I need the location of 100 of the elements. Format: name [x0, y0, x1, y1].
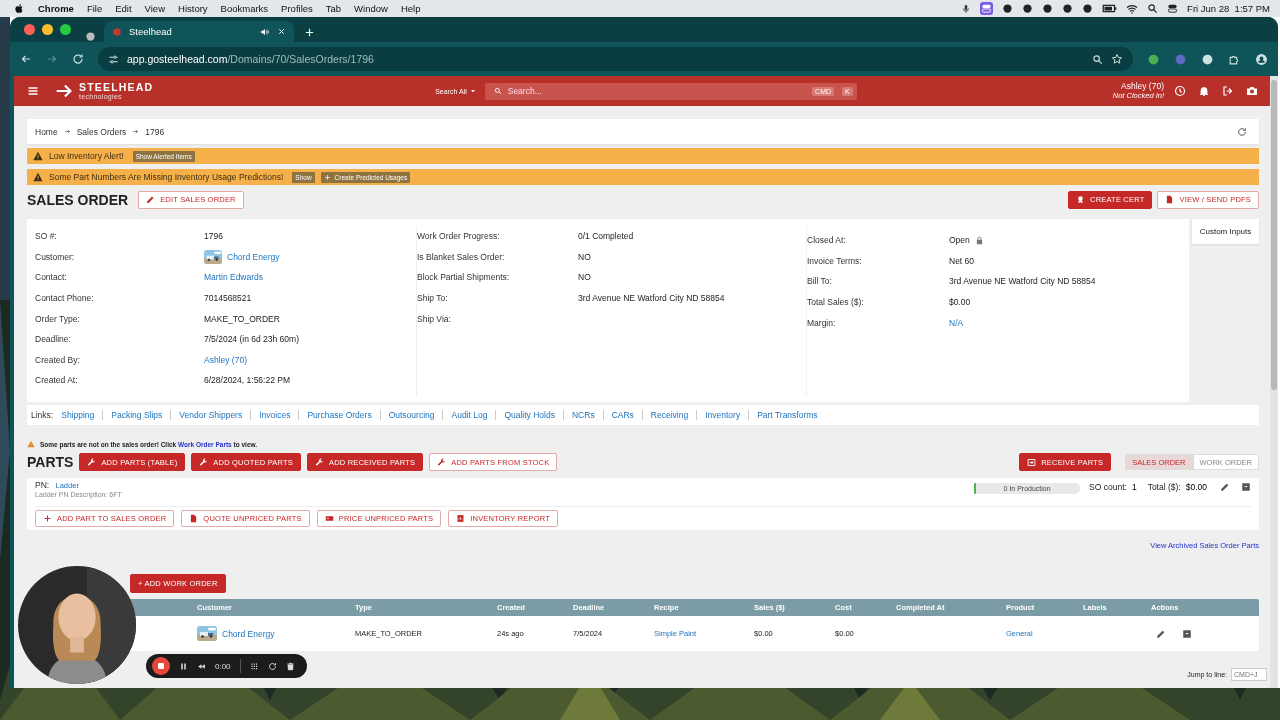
refresh-icon[interactable]	[1237, 126, 1247, 137]
field-link[interactable]: Ashley (70)	[204, 354, 247, 365]
field-link[interactable]: Martin Edwards	[204, 272, 264, 283]
address-bar[interactable]: app.gosteelhead.com/Domains/70/SalesOrders/1796	[98, 47, 1133, 71]
reload-icon[interactable]	[72, 53, 84, 65]
logout-icon[interactable]	[1222, 85, 1234, 97]
nav-link[interactable]: Purchase Orders	[298, 410, 372, 420]
nav-link[interactable]: Audit Log	[442, 410, 488, 420]
camera-icon[interactable]	[1246, 85, 1258, 97]
menu-icon[interactable]	[27, 85, 39, 97]
wrench-icon	[437, 457, 447, 467]
search-icon[interactable]	[1147, 3, 1159, 14]
nav-link[interactable]: Invoices	[250, 410, 291, 420]
nav-link[interactable]: CARs	[602, 410, 634, 420]
microphone-icon[interactable]	[961, 3, 972, 14]
status-icon[interactable]	[1002, 3, 1014, 14]
new-tab-icon[interactable]	[304, 27, 315, 38]
field-value: MAKE_TO_ORDER	[204, 313, 280, 324]
plus-icon	[323, 173, 331, 181]
links-label: Links:	[31, 410, 54, 420]
menu-item[interactable]: Bookmarks	[220, 3, 269, 14]
extension-icon[interactable]	[1147, 52, 1160, 66]
menu-item[interactable]: View	[144, 3, 165, 14]
menu-item[interactable]: Help	[400, 3, 421, 14]
zoom-window-button[interactable]	[60, 24, 71, 35]
edit-icon[interactable]	[1220, 482, 1230, 492]
screen-icon[interactable]	[980, 2, 994, 15]
menu-item[interactable]: Profiles	[281, 3, 313, 14]
field-value: 6/28/2024, 1:56:22 PM	[204, 375, 290, 386]
back-icon[interactable]	[20, 53, 32, 65]
nav-link[interactable]: Shipping	[61, 410, 95, 420]
close-window-button[interactable]	[24, 24, 35, 35]
status-icon[interactable]	[1062, 3, 1074, 14]
field-value: NO	[578, 272, 591, 283]
status-icon[interactable]	[1022, 3, 1034, 14]
nav-link[interactable]: Vendor Shippers	[170, 410, 243, 420]
customer-link[interactable]: Chord Energy	[227, 251, 280, 262]
field-value: 3rd Avenue NE Watford City ND 58854	[578, 293, 725, 304]
notification-icon[interactable]	[1198, 85, 1210, 97]
recording-time: 0:00	[215, 661, 231, 671]
favicon-icon	[112, 26, 122, 37]
so-count-label: SO count:	[1089, 482, 1127, 492]
pause-icon[interactable]	[179, 661, 188, 671]
breadcrumb[interactable]: Home	[35, 126, 58, 137]
field-label: Contact:	[35, 271, 68, 285]
bookmark-star-icon[interactable]	[1111, 53, 1123, 65]
nav-link[interactable]: Receiving	[641, 410, 689, 420]
logo-name: STEELHEAD	[79, 82, 154, 93]
field-value: Net 60	[949, 255, 975, 266]
stop-button[interactable]	[152, 657, 170, 675]
restart-icon[interactable]	[267, 661, 277, 671]
tab-group-icon[interactable]	[85, 31, 96, 42]
clock-icon[interactable]	[1174, 85, 1186, 97]
wrench-icon	[199, 457, 209, 467]
field-label: SO #:	[35, 230, 58, 244]
archive-icon[interactable]	[1182, 628, 1192, 639]
search-field[interactable]: Search...	[507, 86, 805, 96]
field-value: Open	[949, 235, 970, 246]
nav-link[interactable]: Quality Holds	[495, 410, 555, 420]
field-value: 0/1 Completed	[578, 231, 634, 242]
status-icon[interactable]	[1082, 3, 1094, 14]
extension-icon[interactable]	[1201, 52, 1214, 66]
scrollbar[interactable]	[1270, 76, 1278, 688]
wifi-icon[interactable]	[1126, 2, 1139, 15]
archive-icon[interactable]	[1241, 482, 1251, 492]
control-center-icon[interactable]	[1167, 3, 1179, 14]
trash-icon[interactable]	[285, 661, 295, 671]
rewind-icon[interactable]	[197, 661, 206, 671]
minimize-window-button[interactable]	[42, 24, 53, 35]
profile-icon[interactable]	[1255, 52, 1268, 66]
alert-text: Low Inventory Alert!	[49, 151, 124, 161]
report-icon	[456, 514, 466, 523]
close-icon[interactable]	[277, 27, 286, 36]
menu-item[interactable]: History	[178, 3, 208, 14]
nav-link[interactable]: Inventory	[696, 410, 741, 420]
edit-icon[interactable]	[1156, 628, 1166, 639]
apple-icon[interactable]	[14, 3, 25, 14]
field-value: $0.00	[949, 297, 971, 308]
field-link[interactable]: N/A	[949, 317, 964, 328]
customer-link[interactable]: Chord Energy	[222, 628, 275, 639]
browser-tab[interactable]: Steelhead	[104, 21, 294, 42]
zoom-icon[interactable]	[1092, 53, 1103, 65]
user-name[interactable]: Ashley (70)	[1121, 81, 1164, 92]
nav-link[interactable]: Part Transforms	[748, 410, 818, 420]
menu-item[interactable]: File	[86, 3, 103, 14]
pn-label: PN:	[35, 480, 51, 490]
nav-link[interactable]: Packing Slips	[102, 410, 163, 420]
doc-icon	[189, 514, 199, 523]
menu-item[interactable]: Edit	[115, 3, 132, 14]
nav-link[interactable]: NCRs	[562, 410, 595, 420]
menu-item[interactable]: Window	[354, 3, 388, 14]
grid-icon[interactable]	[249, 661, 259, 671]
breadcrumb[interactable]: Sales Orders	[76, 126, 127, 137]
menu-app-name[interactable]: Chrome	[38, 3, 74, 14]
nav-link[interactable]: Outsourcing	[379, 410, 435, 420]
status-icon[interactable]	[1042, 3, 1054, 14]
menu-item[interactable]: Tab	[325, 3, 342, 14]
custom-inputs-tab[interactable]: Custom Inputs	[1192, 219, 1259, 244]
total-label: Total ($):	[1147, 482, 1181, 492]
breadcrumb[interactable]: 1796	[145, 126, 165, 137]
